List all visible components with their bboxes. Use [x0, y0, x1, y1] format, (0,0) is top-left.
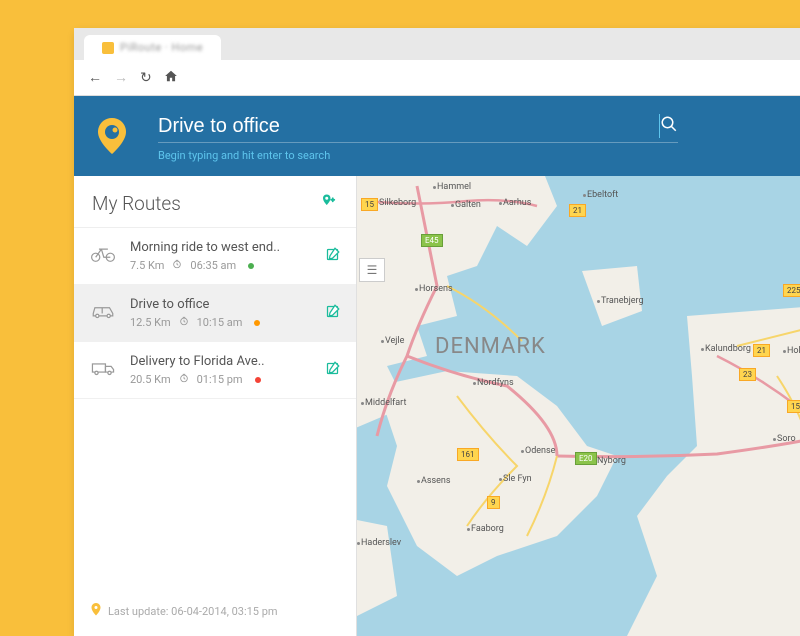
- reload-icon[interactable]: ↻: [140, 70, 152, 86]
- car-icon: [90, 303, 118, 323]
- road-badge: 21: [753, 344, 770, 357]
- route-time: 06:35 am: [190, 259, 236, 272]
- last-update-text: Last update: 06-04-2014, 03:15 pm: [108, 605, 278, 618]
- route-item[interactable]: Delivery to Florida Ave.. 20.5 Km 01:15 …: [74, 342, 356, 399]
- pin-icon: [90, 603, 102, 620]
- app-header: Begin typing and hit enter to search My …: [74, 96, 800, 176]
- add-route-icon[interactable]: [320, 193, 338, 215]
- route-distance: 12.5 Km: [130, 316, 171, 329]
- map-city-label: Sle Fyn: [503, 474, 532, 484]
- truck-icon: [90, 360, 118, 380]
- browser-tab[interactable]: PiRoute · Home: [84, 35, 221, 60]
- road-badge: E20: [575, 452, 597, 465]
- map-city-label: Middelfart: [365, 398, 406, 408]
- map-menu-icon[interactable]: ☰: [359, 258, 385, 282]
- map-city-label: Vejle: [385, 336, 404, 346]
- map-city-label: Nordfyns: [477, 378, 514, 388]
- map-city-label: Faaborg: [471, 524, 504, 534]
- clock-icon: [179, 373, 189, 386]
- route-item[interactable]: Drive to office 12.5 Km 10:15 am: [74, 285, 356, 342]
- map-city-label: Nyborg: [597, 456, 626, 466]
- map-view[interactable]: ☰ DENMARK Hammel Silkeborg Galten Aarhus Ebe…: [357, 176, 800, 636]
- clock-icon: [179, 316, 189, 329]
- logo-icon[interactable]: [90, 114, 134, 158]
- route-meta: 7.5 Km 06:35 am: [130, 259, 313, 272]
- search-icon[interactable]: [660, 115, 678, 137]
- home-icon[interactable]: [164, 69, 178, 87]
- route-meta: 20.5 Km 01:15 pm: [130, 373, 313, 386]
- map-city-label: Galten: [455, 200, 481, 210]
- road-badge: 161: [457, 448, 479, 461]
- status-dot: [254, 320, 260, 326]
- browser-tab-strip: PiRoute · Home: [74, 28, 800, 60]
- road-badge: 155: [787, 400, 800, 413]
- map-city-label: Horsens: [419, 284, 453, 294]
- map-city-label: Odense: [525, 446, 555, 456]
- map-city-label: Ebeltoft: [587, 190, 618, 200]
- route-time: 10:15 am: [197, 316, 243, 329]
- country-label: DENMARK: [435, 334, 546, 359]
- status-dot: [248, 263, 254, 269]
- road-badge: 15: [361, 198, 378, 211]
- browser-toolbar: ← → ↻: [74, 60, 800, 96]
- search-input-wrap: [158, 114, 678, 143]
- status-dot: [255, 377, 261, 383]
- map-city-label: Aarhus: [503, 198, 531, 208]
- map-city-label: Assens: [421, 476, 451, 486]
- map-city-label: Kalundborg: [705, 344, 751, 354]
- road-badge: E45: [421, 234, 443, 247]
- sidebar-footer: Last update: 06-04-2014, 03:15 pm: [74, 587, 356, 636]
- search-hint: Begin typing and hit enter to search: [158, 149, 800, 162]
- edit-icon[interactable]: [325, 247, 340, 266]
- routes-sidebar: My Routes Morning ride to west end.. 7.5…: [74, 176, 357, 636]
- route-distance: 20.5 Km: [130, 373, 171, 386]
- favicon-icon: [102, 42, 114, 54]
- map-city-label: Silkeborg: [379, 198, 416, 208]
- back-icon[interactable]: ←: [88, 69, 102, 86]
- road-badge: 21: [569, 204, 586, 217]
- route-time: 01:15 pm: [197, 373, 243, 386]
- route-distance: 7.5 Km: [130, 259, 164, 272]
- route-title: Morning ride to west end..: [130, 240, 313, 255]
- edit-icon[interactable]: [325, 361, 340, 380]
- road-badge: 9: [487, 496, 500, 509]
- search-input[interactable]: [158, 115, 800, 138]
- bicycle-icon: [90, 245, 118, 267]
- road-badge: 23: [739, 368, 756, 381]
- edit-icon[interactable]: [325, 304, 340, 323]
- map-city-label: Holb: [787, 346, 800, 356]
- map-city-label: Tranebjerg: [601, 296, 644, 306]
- forward-icon[interactable]: →: [114, 69, 128, 86]
- sidebar-title: My Routes: [92, 192, 181, 215]
- map-city-label: Soro: [777, 434, 796, 444]
- tab-title: PiRoute · Home: [120, 41, 203, 54]
- route-title: Delivery to Florida Ave..: [130, 354, 313, 369]
- route-meta: 12.5 Km 10:15 am: [130, 316, 313, 329]
- route-item[interactable]: Morning ride to west end.. 7.5 Km 06:35 …: [74, 228, 356, 285]
- route-title: Drive to office: [130, 297, 313, 312]
- road-badge: 225: [783, 284, 800, 297]
- map-city-label: Haderslev: [361, 538, 401, 548]
- clock-icon: [172, 259, 182, 272]
- map-city-label: Hammel: [437, 182, 471, 192]
